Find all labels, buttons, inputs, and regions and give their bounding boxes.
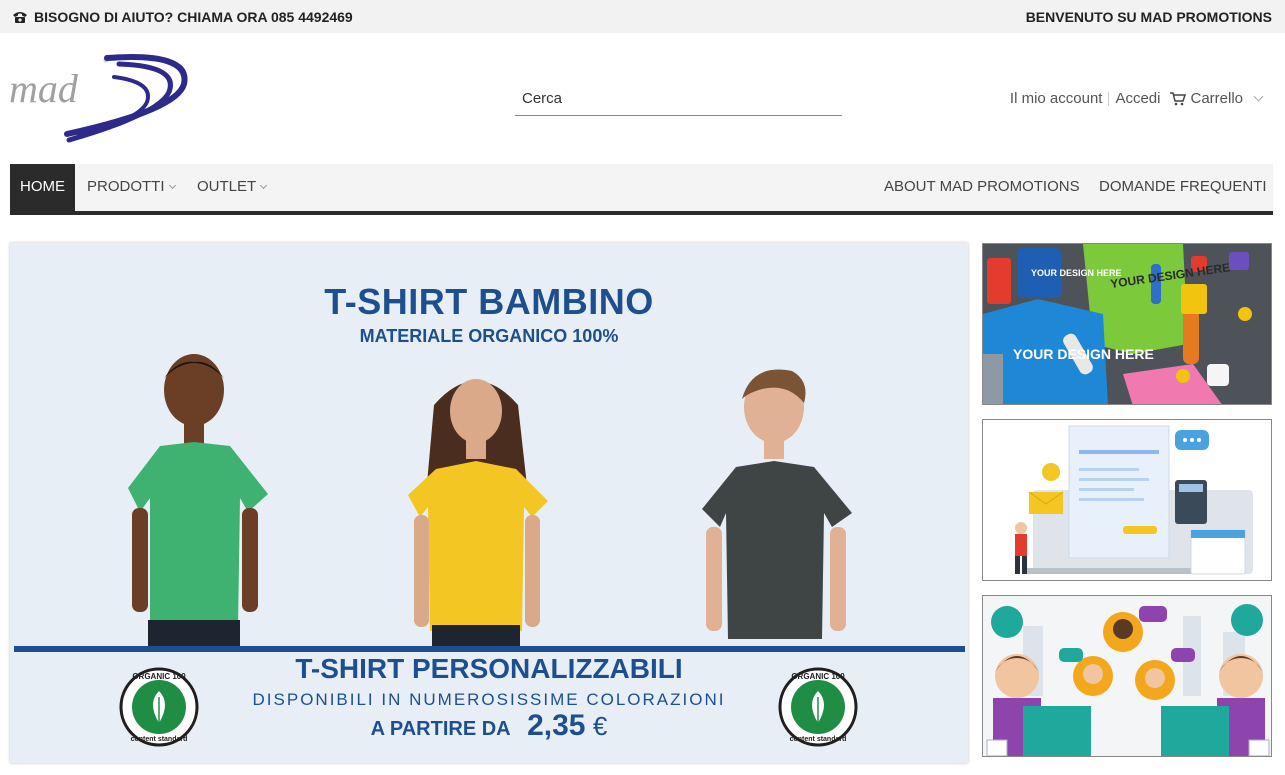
kid-yellow-shirt bbox=[408, 379, 548, 647]
site-logo[interactable]: mad bbox=[9, 52, 191, 147]
banner-divider bbox=[14, 646, 965, 652]
search-box[interactable] bbox=[515, 84, 842, 116]
login-link[interactable]: Accedi bbox=[1115, 90, 1160, 107]
banner-title: T-SHIRT BAMBINO bbox=[324, 281, 654, 322]
nav-outlet[interactable]: OUTLET bbox=[197, 164, 268, 211]
kid-grey-shirt bbox=[702, 369, 852, 639]
nav-products[interactable]: PRODOTTI bbox=[87, 164, 176, 211]
top-bar: BISOGNO DI AIUTO? CHIAMA ORA 085 4492469… bbox=[0, 0, 1285, 33]
side-banner-promo-products[interactable]: YOUR DESIGN HERE YOUR DESIGN HERE YOUR D… bbox=[982, 243, 1272, 405]
nav-products-label: PRODOTTI bbox=[87, 178, 165, 195]
hero-banner[interactable]: T-SHIRT BAMBINO MATERIALE ORGANICO 100% … bbox=[10, 243, 968, 763]
cart-label: Carrello bbox=[1190, 90, 1243, 107]
side-banner-invoice[interactable] bbox=[982, 419, 1272, 581]
chevron-down-icon bbox=[260, 181, 268, 190]
search-input[interactable] bbox=[515, 84, 842, 112]
price-currency: € bbox=[592, 711, 608, 741]
organic-badge-left: ORGANIC 100 content standard bbox=[119, 667, 199, 747]
nav-about[interactable]: ABOUT MAD PROMOTIONS bbox=[884, 164, 1080, 211]
help-text: BISOGNO DI AIUTO? CHIAMA ORA 085 4492469 bbox=[34, 9, 353, 25]
side-banner-support[interactable] bbox=[982, 595, 1272, 757]
promo-products-image: YOUR DESIGN HERE YOUR DESIGN HERE YOUR D… bbox=[983, 244, 1271, 404]
logo-text: mad bbox=[9, 66, 79, 111]
phone-icon bbox=[13, 12, 27, 23]
promo-text-3: YOUR DESIGN HERE bbox=[1013, 346, 1154, 362]
organic-badge-right: ORGANIC 100 content standard bbox=[778, 667, 858, 747]
price-value: 2,35 bbox=[527, 709, 586, 742]
nav-outlet-label: OUTLET bbox=[197, 178, 257, 195]
main-nav: HOME PRODOTTI OUTLET ABOUT MAD PROMOTION… bbox=[10, 164, 1273, 215]
help-line: BISOGNO DI AIUTO? CHIAMA ORA 085 4492469 bbox=[12, 9, 353, 25]
price-prefix: A PARTIRE DA bbox=[370, 718, 511, 740]
divider bbox=[1108, 91, 1110, 106]
chevron-down-icon bbox=[1253, 91, 1264, 102]
nav-home[interactable]: HOME bbox=[10, 164, 75, 211]
promo-text-1: YOUR DESIGN HERE bbox=[1031, 268, 1122, 278]
my-account-link[interactable]: Il mio account bbox=[1010, 90, 1103, 107]
banner-subtitle: MATERIALE ORGANICO 100% bbox=[359, 326, 619, 346]
badge-bottom-text: content standard bbox=[790, 736, 847, 743]
badge-bottom-text: content standard bbox=[131, 736, 188, 743]
nav-faq[interactable]: DOMANDE FREQUENTI bbox=[1099, 164, 1267, 211]
badge-top-text: ORGANIC 100 bbox=[791, 672, 845, 681]
welcome-text: BENVENUTO SU MAD PROMOTIONS bbox=[1025, 9, 1272, 25]
badge-top-text: ORGANIC 100 bbox=[132, 672, 186, 681]
cart-icon bbox=[1170, 91, 1187, 105]
kid-green-shirt bbox=[128, 354, 268, 648]
support-team-illustration bbox=[983, 596, 1271, 756]
chevron-down-icon bbox=[168, 181, 176, 190]
account-links: Il mio account Accedi Carrello bbox=[1010, 90, 1264, 107]
invoice-illustration bbox=[1015, 425, 1253, 575]
cart-button[interactable]: Carrello bbox=[1170, 90, 1264, 107]
logo-graphic: mad bbox=[9, 54, 188, 143]
